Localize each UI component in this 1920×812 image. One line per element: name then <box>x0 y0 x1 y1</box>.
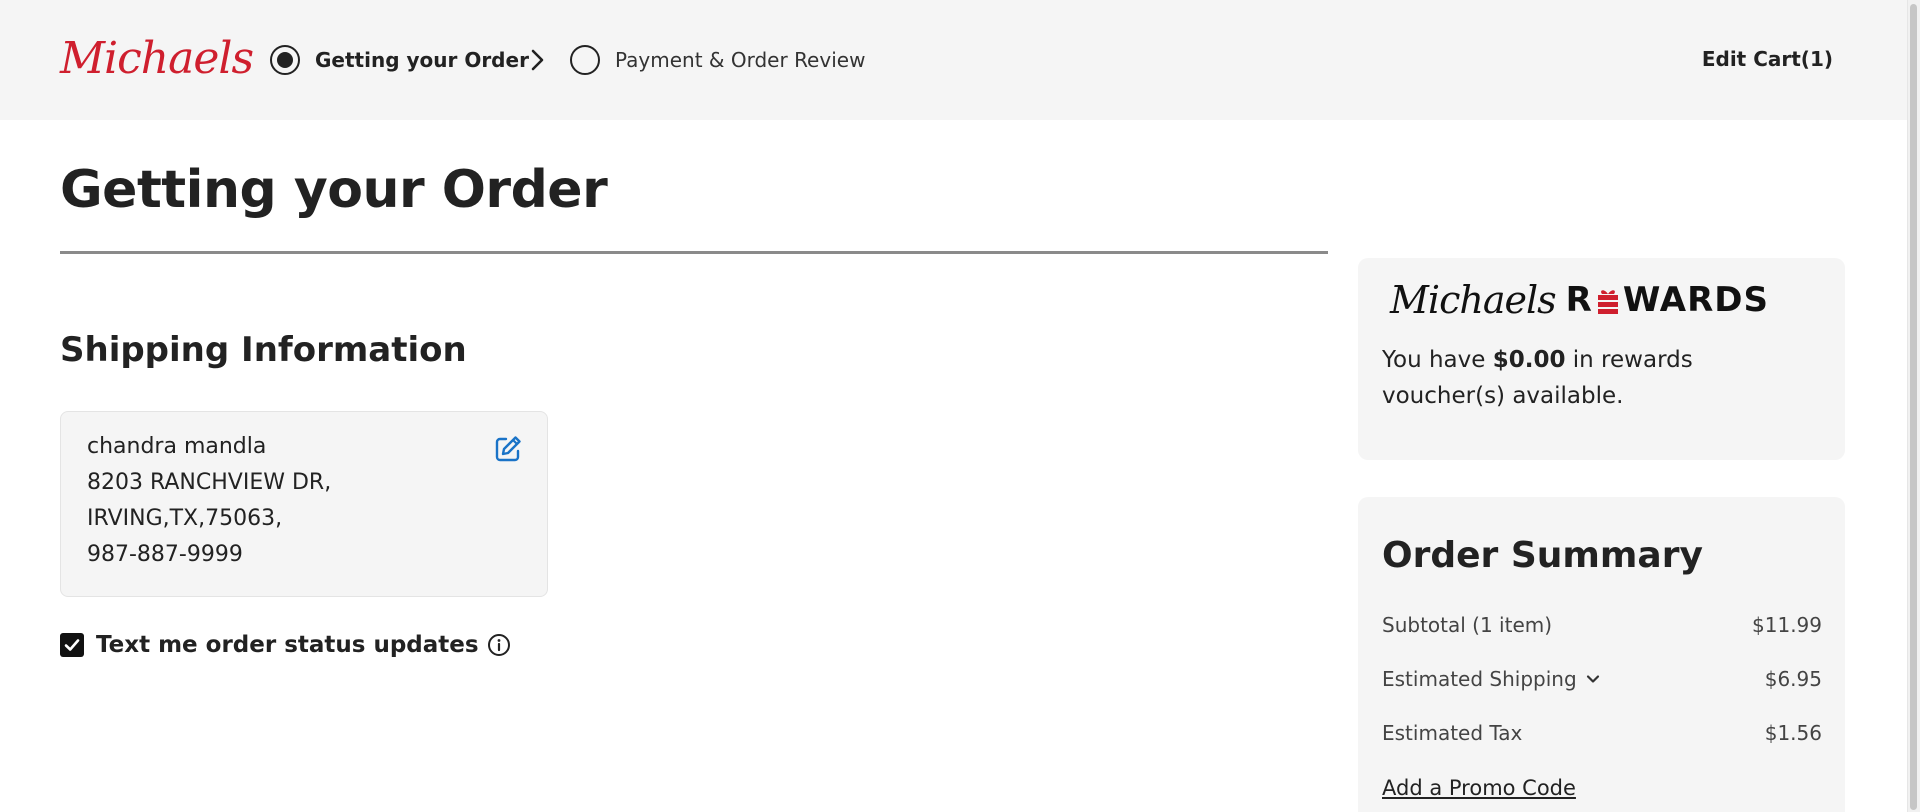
edit-cart-link[interactable]: Edit Cart(1) <box>1702 47 1833 71</box>
address-name: chandra mandla <box>87 434 267 459</box>
scrollbar-thumb[interactable] <box>1910 4 1917 810</box>
step-label: Getting your Order <box>315 48 529 72</box>
michaels-rewards-logo: Michaels R WARDS <box>1390 278 1769 322</box>
order-summary-card: Order Summary Subtotal (1 item) $11.99 E… <box>1358 497 1845 812</box>
subtotal-value: $11.99 <box>1752 613 1822 637</box>
sms-updates-label[interactable]: Text me order status updates <box>96 632 479 658</box>
tax-label: Estimated Tax <box>1382 721 1523 745</box>
address-city-state-zip: IRVING,TX,75063, <box>87 506 283 531</box>
step-payment-review: Payment & Order Review <box>570 45 865 75</box>
tax-row: Estimated Tax $1.56 <box>1382 721 1822 745</box>
rewards-logo-script: Michaels <box>1390 278 1557 322</box>
michaels-logo[interactable]: Michaels <box>60 34 254 84</box>
chevron-right-icon <box>531 49 544 71</box>
step-getting-order: Getting your Order <box>270 45 529 75</box>
tax-value: $1.56 <box>1764 721 1822 745</box>
add-promo-code-link[interactable]: Add a Promo Code <box>1382 776 1576 800</box>
address-street: 8203 RANCHVIEW DR, <box>87 470 332 495</box>
rewards-logo-word: R WARDS <box>1566 280 1769 320</box>
rewards-balance-text: You have $0.00 in rewards voucher(s) ava… <box>1382 342 1822 414</box>
chevron-down-icon[interactable] <box>1585 671 1601 687</box>
shipping-row: Estimated Shipping $6.95 <box>1382 667 1822 691</box>
gift-icon <box>1597 290 1618 314</box>
scrollbar[interactable] <box>1907 0 1920 812</box>
shipping-address-card: chandra mandla 8203 RANCHVIEW DR, IRVING… <box>60 411 548 597</box>
checkbox-checked-icon[interactable] <box>60 633 84 657</box>
address-phone: 987-887-9999 <box>87 542 243 567</box>
rewards-logo-letter: R <box>1565 280 1593 320</box>
rewards-amount: $0.00 <box>1492 347 1566 373</box>
shipping-value: $6.95 <box>1764 667 1822 691</box>
order-summary-title: Order Summary <box>1382 535 1703 576</box>
info-icon[interactable] <box>487 633 511 657</box>
rewards-card: Michaels R WARDS You have $0.00 in rewar… <box>1358 258 1845 460</box>
subtotal-row: Subtotal (1 item) $11.99 <box>1382 613 1822 637</box>
shipping-section-title: Shipping Information <box>60 330 467 370</box>
step-label: Payment & Order Review <box>615 48 866 72</box>
sms-updates-row: Text me order status updates <box>60 630 511 660</box>
estimated-shipping-toggle[interactable]: Estimated Shipping <box>1382 667 1601 691</box>
checkout-header: Michaels Getting your Order Payment & Or… <box>0 0 1907 120</box>
subtotal-label: Subtotal (1 item) <box>1382 613 1553 637</box>
page-title: Getting your Order <box>60 160 608 220</box>
rewards-logo-letters: WARDS <box>1622 280 1769 320</box>
shipping-label[interactable]: Estimated Shipping <box>1382 667 1577 691</box>
edit-icon[interactable] <box>493 434 523 464</box>
title-divider <box>60 251 1328 254</box>
rewards-text-prefix: You have <box>1382 347 1493 373</box>
radio-empty-icon <box>570 45 600 75</box>
radio-selected-icon <box>270 45 300 75</box>
